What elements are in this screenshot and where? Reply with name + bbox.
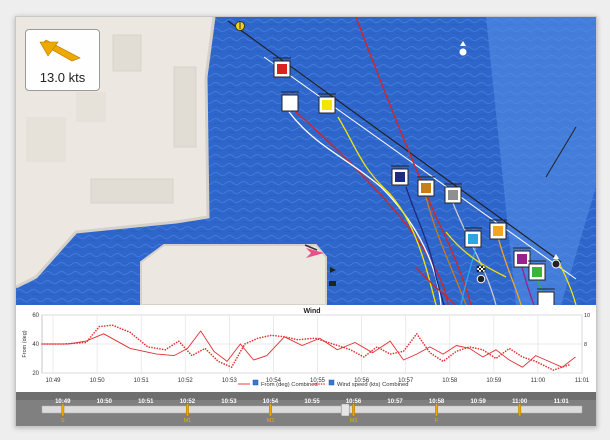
wind-speed-label: 13.0 kts: [39, 70, 86, 85]
building: [76, 92, 106, 122]
building: [90, 178, 174, 204]
legend-checkbox[interactable]: [328, 379, 335, 386]
boat[interactable]: [489, 219, 507, 240]
x-tick-label: 10:52: [178, 378, 194, 384]
chart-title: Wind: [303, 308, 320, 315]
legend-checkbox[interactable]: [252, 379, 259, 386]
map-canvas[interactable]: [16, 17, 596, 305]
right-axis-tick-label: 10: [584, 313, 590, 319]
timeline-mark-label: M1: [184, 418, 192, 424]
timeline-track[interactable]: [41, 405, 583, 414]
legend-label[interactable]: Wind speed (kts) Combined: [337, 382, 409, 388]
x-tick-label: 11:01: [575, 378, 590, 384]
y-tick-label: 40: [32, 342, 39, 348]
boat[interactable]: [464, 227, 482, 248]
y-tick-label: 60: [32, 313, 39, 319]
x-tick-label: 10:51: [134, 378, 150, 384]
timeline-mark-tick[interactable]: [435, 403, 439, 417]
building: [26, 117, 66, 162]
timeline-mark-label: F: [435, 418, 439, 424]
timeline-time-label: 10:57: [387, 399, 403, 405]
timeline-canvas[interactable]: 10:49 10:50 10:51 10:52 10:53 10:54 10:55 10:56…: [16, 392, 596, 426]
building: [173, 66, 197, 148]
x-tick-label: 10:50: [90, 378, 106, 384]
land-pier: [140, 244, 327, 305]
timeline-mark-label: S: [61, 418, 65, 424]
x-tick-label: 10:53: [222, 378, 238, 384]
timeline-mark-label: M2: [267, 418, 275, 424]
x-tick-label: 10:59: [486, 378, 502, 384]
y-axis-label: From (deg): [22, 330, 28, 357]
timeline-mark-tick[interactable]: [61, 403, 65, 417]
boat[interactable]: [528, 260, 546, 281]
boat[interactable]: [318, 93, 336, 114]
right-axis-tick-label: 8: [584, 342, 587, 348]
wind-arrow-icon: [39, 39, 81, 62]
x-tick-label: 10:49: [46, 378, 62, 384]
timeline-mark-tick[interactable]: [518, 403, 522, 417]
timeline-mark-tick[interactable]: [185, 403, 189, 417]
wind-chart-canvas: 10:49 10:50 10:51 10:52 10:53 10:54 10:55 10:56…: [22, 308, 590, 388]
timeline-time-label: 10:53: [221, 399, 237, 405]
timeline-playhead-handle[interactable]: [340, 403, 350, 417]
boat[interactable]: [513, 247, 531, 268]
timeline-time-label: 10:51: [138, 399, 154, 405]
timeline-time-label: 10:55: [304, 399, 320, 405]
boat[interactable]: [391, 165, 409, 186]
building: [112, 34, 142, 72]
boat[interactable]: [417, 176, 435, 197]
race-map[interactable]: 13.0 kts: [16, 17, 596, 305]
wind-indicator: 13.0 kts: [25, 29, 100, 91]
timeline-time-label: 10:50: [97, 399, 113, 405]
boat[interactable]: [444, 183, 462, 204]
timeline-mark-tick[interactable]: [269, 403, 272, 417]
timeline-mark-label: M3: [350, 418, 358, 424]
start-pin-mark-icon[interactable]: [235, 21, 245, 31]
race-timeline[interactable]: 10:49 10:50 10:51 10:52 10:53 10:54 10:55 10:56…: [16, 392, 596, 426]
timeline-time-label: 11:01: [554, 399, 570, 405]
timeline-mark-tick[interactable]: [352, 403, 355, 417]
race-viewer: 13.0 kts 10:49 10:50 10:51 10:52 10:53 10:54 1…: [15, 16, 597, 427]
legend-label[interactable]: From (deg) Combined: [261, 382, 318, 388]
timeline-time-label: 10:59: [470, 399, 486, 405]
wind-chart[interactable]: 10:49 10:50 10:51 10:52 10:53 10:54 10:55 10:56…: [16, 305, 596, 389]
x-tick-label: 10:58: [442, 378, 458, 384]
boat[interactable]: [273, 57, 291, 78]
y-tick-label: 20: [32, 371, 39, 377]
x-tick-label: 11:00: [531, 378, 546, 384]
boat[interactable]: [281, 91, 299, 112]
